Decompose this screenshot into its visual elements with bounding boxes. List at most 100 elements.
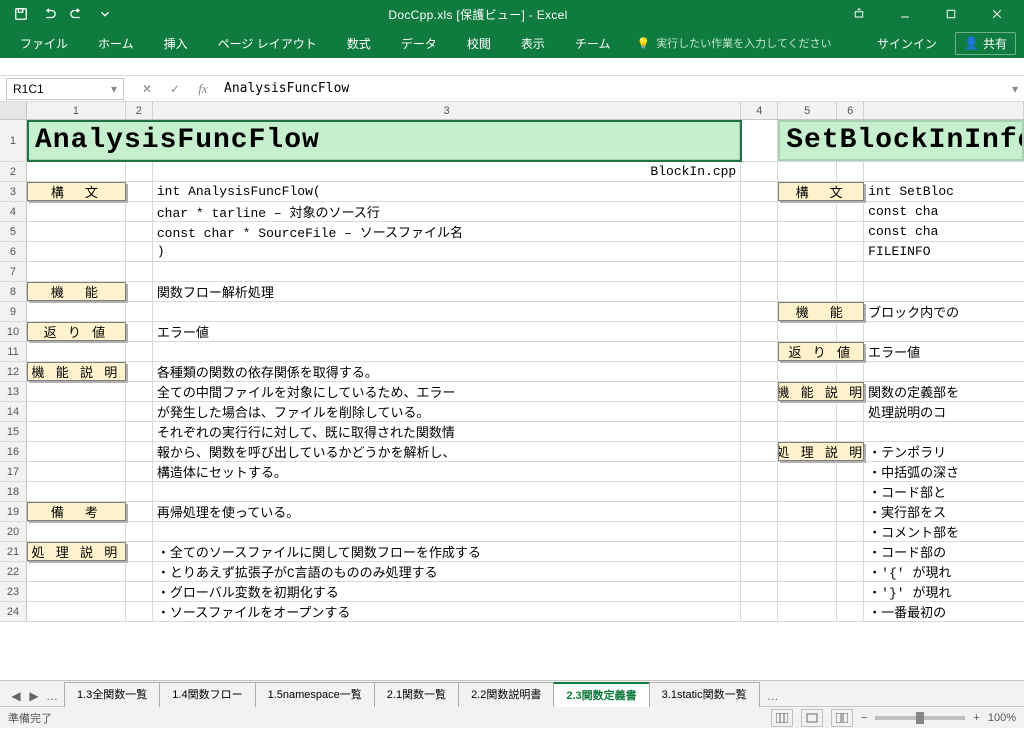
content-cell[interactable]: 関数フロー解析処理 bbox=[153, 282, 741, 301]
content-cell[interactable]: ・コード部の bbox=[864, 542, 1024, 561]
cancel-formula-icon[interactable]: ✕ bbox=[136, 78, 158, 100]
content-cell[interactable]: const cha bbox=[864, 222, 1024, 241]
zoom-level[interactable]: 100% bbox=[988, 712, 1016, 724]
tab-nav-more[interactable]: … bbox=[44, 686, 60, 706]
section-label[interactable]: 構 文 bbox=[27, 182, 126, 201]
undo-icon[interactable] bbox=[36, 2, 62, 26]
row-header[interactable]: 20 bbox=[0, 522, 27, 541]
section-label[interactable]: 返 り 値 bbox=[778, 342, 864, 361]
tab-formulas[interactable]: 数式 bbox=[335, 28, 383, 58]
view-pagebreak-icon[interactable] bbox=[831, 709, 853, 727]
content-cell[interactable]: int AnalysisFuncFlow( bbox=[153, 182, 741, 201]
row-header[interactable]: 5 bbox=[0, 222, 27, 241]
section-label[interactable]: 処 理 説 明 bbox=[27, 542, 126, 561]
content-cell[interactable]: int SetBloc bbox=[864, 182, 1024, 201]
tab-home[interactable]: ホーム bbox=[86, 28, 146, 58]
row-header[interactable]: 21 bbox=[0, 542, 27, 561]
col-header[interactable]: 5 bbox=[778, 102, 837, 119]
content-cell[interactable]: 処理説明のコ bbox=[864, 402, 1024, 421]
title-cell-left[interactable]: AnalysisFuncFlow bbox=[27, 120, 741, 161]
tab-review[interactable]: 校閲 bbox=[455, 28, 503, 58]
content-cell[interactable]: 構造体にセットする。 bbox=[153, 462, 741, 481]
content-cell[interactable]: const char * SourceFile – ソースファイル名 bbox=[153, 222, 741, 241]
maximize-icon[interactable] bbox=[930, 0, 972, 28]
row-header[interactable]: 10 bbox=[0, 322, 27, 341]
sheet-tab[interactable]: 1.3全関数一覧 bbox=[64, 682, 160, 707]
formula-expand-icon[interactable]: ▾ bbox=[1006, 82, 1024, 96]
sheet-tab[interactable]: 1.4関数フロー bbox=[159, 682, 255, 707]
view-normal-icon[interactable] bbox=[771, 709, 793, 727]
content-cell[interactable]: が発生した場合は、ファイルを削除している。 bbox=[153, 402, 741, 421]
section-label[interactable]: 構 文 bbox=[778, 182, 864, 201]
redo-icon[interactable] bbox=[64, 2, 90, 26]
row-header[interactable]: 9 bbox=[0, 302, 27, 321]
col-header[interactable]: 3 bbox=[153, 102, 741, 119]
section-label[interactable]: 処 理 説 明 bbox=[778, 442, 864, 461]
zoom-slider[interactable] bbox=[875, 716, 965, 720]
row-header[interactable]: 16 bbox=[0, 442, 27, 461]
tab-nav-next-icon[interactable]: ▶ bbox=[26, 686, 42, 706]
tab-nav-prev-icon[interactable]: ◀ bbox=[8, 686, 24, 706]
row-header[interactable]: 23 bbox=[0, 582, 27, 601]
col-header[interactable]: 1 bbox=[27, 102, 126, 119]
tab-file[interactable]: ファイル bbox=[8, 28, 80, 58]
view-pagelayout-icon[interactable] bbox=[801, 709, 823, 727]
row-header[interactable]: 7 bbox=[0, 262, 27, 281]
content-cell[interactable]: 全ての中間ファイルを対象にしているため、エラー bbox=[153, 382, 741, 401]
content-cell[interactable]: ・コード部と bbox=[864, 482, 1024, 501]
section-label[interactable]: 返 り 値 bbox=[27, 322, 126, 341]
row-header[interactable]: 19 bbox=[0, 502, 27, 521]
section-label[interactable]: 機 能 説 明 bbox=[27, 362, 126, 381]
qat-dropdown-icon[interactable] bbox=[92, 2, 118, 26]
tab-pagelayout[interactable]: ページ レイアウト bbox=[206, 28, 329, 58]
content-cell[interactable]: BlockIn.cpp bbox=[153, 162, 741, 181]
spreadsheet-grid[interactable]: 1 2 3 4 5 6 1AnalysisFuncFlowSetBlockInI… bbox=[0, 102, 1024, 680]
share-button[interactable]: 👤 共有 bbox=[955, 32, 1016, 55]
col-header[interactable]: 2 bbox=[126, 102, 153, 119]
content-cell[interactable]: ・実行部をス bbox=[864, 502, 1024, 521]
sheet-tab[interactable]: 1.5namespace一覧 bbox=[255, 682, 375, 707]
sheet-tab[interactable]: 2.3関数定義書 bbox=[553, 682, 649, 707]
content-cell[interactable]: 報から、関数を呼び出しているかどうかを解析し、 bbox=[153, 442, 741, 461]
row-header[interactable]: 1 bbox=[0, 120, 27, 161]
content-cell[interactable]: const cha bbox=[864, 202, 1024, 221]
tabs-overflow[interactable]: … bbox=[759, 686, 787, 706]
row-header[interactable]: 13 bbox=[0, 382, 27, 401]
row-header[interactable]: 22 bbox=[0, 562, 27, 581]
content-cell[interactable]: それぞれの実行行に対して、既に取得された関数情 bbox=[153, 422, 741, 441]
row-header[interactable]: 17 bbox=[0, 462, 27, 481]
col-header[interactable]: 6 bbox=[837, 102, 864, 119]
minimize-icon[interactable] bbox=[884, 0, 926, 28]
zoom-in-icon[interactable]: + bbox=[973, 712, 979, 724]
content-cell[interactable]: ・'}' が現れ bbox=[864, 582, 1024, 601]
section-label[interactable]: 機 能 説 明 bbox=[778, 382, 864, 401]
tellme-search[interactable]: 💡 実行したい作業を入力してください bbox=[628, 35, 831, 51]
row-header[interactable]: 14 bbox=[0, 402, 27, 421]
content-cell[interactable]: 関数の定義部を bbox=[864, 382, 1024, 401]
content-cell[interactable]: ・全てのソースファイルに関して関数フローを作成する bbox=[153, 542, 741, 561]
tab-insert[interactable]: 挿入 bbox=[152, 28, 200, 58]
row-header[interactable]: 4 bbox=[0, 202, 27, 221]
row-header[interactable]: 8 bbox=[0, 282, 27, 301]
row-header[interactable]: 3 bbox=[0, 182, 27, 201]
row-header[interactable]: 12 bbox=[0, 362, 27, 381]
content-cell[interactable]: FILEINFO bbox=[864, 242, 1024, 261]
col-header[interactable]: 4 bbox=[741, 102, 778, 119]
content-cell[interactable]: ・中括弧の深さ bbox=[864, 462, 1024, 481]
content-cell[interactable]: ) bbox=[153, 242, 741, 261]
sheet-tab[interactable]: 2.1関数一覧 bbox=[374, 682, 459, 707]
content-cell[interactable]: ・ソースファイルをオープンする bbox=[153, 602, 741, 621]
content-cell[interactable]: エラー値 bbox=[864, 342, 1024, 361]
content-cell[interactable]: ・テンポラリ bbox=[864, 442, 1024, 461]
chevron-down-icon[interactable]: ▾ bbox=[111, 82, 117, 96]
content-cell[interactable]: char * tarline – 対象のソース行 bbox=[153, 202, 741, 221]
close-icon[interactable] bbox=[976, 0, 1018, 28]
content-cell[interactable]: エラー値 bbox=[153, 322, 741, 341]
row-header[interactable]: 15 bbox=[0, 422, 27, 441]
signin-link[interactable]: サインイン bbox=[865, 28, 949, 58]
section-label[interactable]: 機 能 bbox=[778, 302, 864, 321]
content-cell[interactable]: 再帰処理を使っている。 bbox=[153, 502, 741, 521]
enter-formula-icon[interactable]: ✓ bbox=[164, 78, 186, 100]
row-header[interactable]: 2 bbox=[0, 162, 27, 181]
content-cell[interactable]: 各種類の関数の依存関係を取得する。 bbox=[153, 362, 741, 381]
